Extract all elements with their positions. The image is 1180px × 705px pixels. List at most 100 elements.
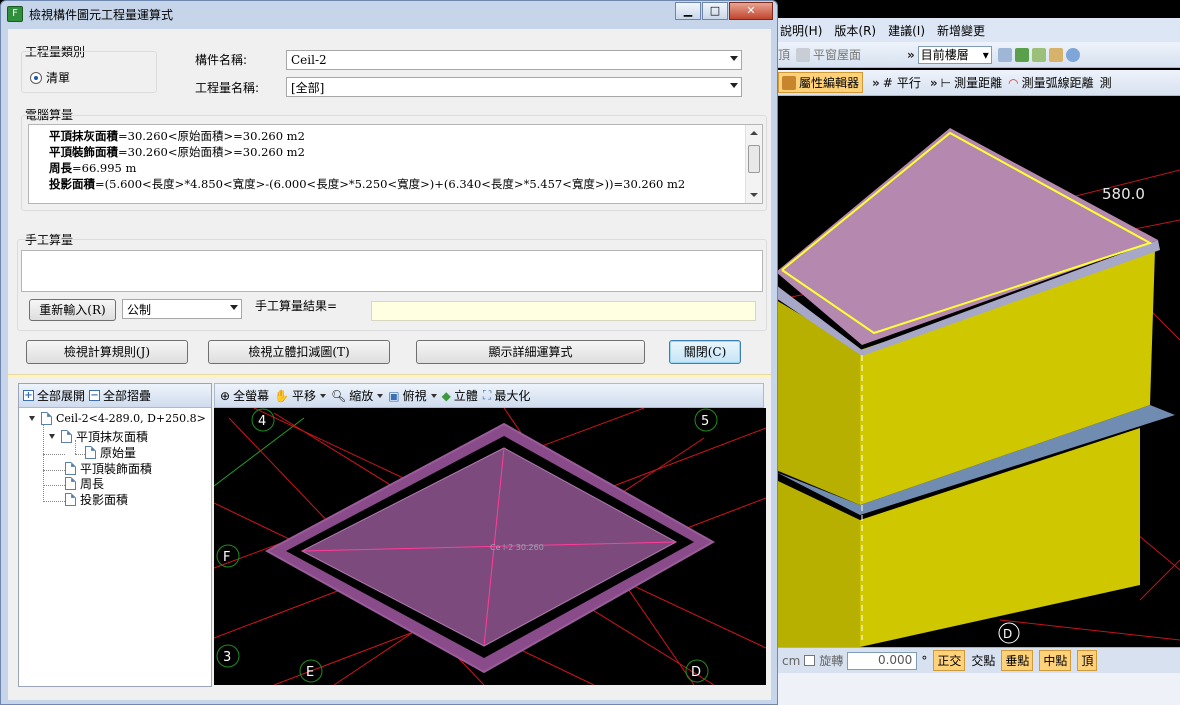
chevron-down-icon [730,56,738,61]
ortho-button[interactable]: 正交 [933,650,966,671]
dialog-client: 工程量類別 清單 構件名稱: Ceil-2 工程量名稱: [全部] 電腦算量 平… [8,29,771,700]
manual-expression-input[interactable] [21,250,763,292]
expand-all-button[interactable]: + 全部展開 [23,387,85,404]
close-window-button[interactable]: ✕ [729,2,773,20]
minus-icon: − [89,390,101,401]
menu-suggest[interactable]: 建議(I) [888,22,925,39]
menu-help[interactable]: 說明(H) [780,22,822,39]
maximize-icon: ⛶ [482,388,492,402]
vertex-button[interactable]: 頂 [1077,650,1098,671]
toolbar-overflow[interactable]: » [907,48,915,62]
chevron-down-icon: ▾ [982,47,989,62]
collapse-arrow-icon[interactable] [29,416,35,421]
app-menubar: 說明(H) 版本(R) 建議(I) 新增變更 [776,18,1180,42]
midpoint-button[interactable]: 中點 [1039,650,1072,671]
zoom-extent-icon: ⊕ [220,388,231,403]
top-view-button[interactable]: ▣ 俯視 [388,387,437,404]
chevron-down-icon [730,83,738,88]
menu-new-change[interactable]: 新增變更 [937,22,985,39]
rotate-value-input[interactable]: 0.000 [847,651,918,670]
show-detail-button[interactable]: 顯示詳細運算式 [416,340,645,364]
parallel-button[interactable]: # 平行 [883,74,921,91]
expr-line-decor: 平頂裝飾面積=30.260<原始面積>=30.260 m2 [49,145,305,159]
dialog-titlebar[interactable]: F 檢視構件圖元工程量運算式 ▁ □ ✕ [1,1,777,27]
collapse-arrow-icon[interactable] [49,434,55,439]
reenter-button[interactable]: 重新輸入(R) [29,299,116,321]
rotate-label: 旋轉 [819,654,844,668]
intersect-button[interactable]: 交點 [971,652,995,669]
app-logo-icon: F [7,6,23,22]
floor-combo[interactable]: 目前樓層 ▾ [917,45,992,64]
svg-text:5: 5 [701,414,709,429]
toolbar-item-flat-roof[interactable]: 平窗屋面 [796,46,861,63]
quantity-tree: + 全部展開 − 全部摺疊 Ceil-2<4-289.0, D+250.8> 平… [18,383,212,687]
3d-view-button[interactable]: ◆ 立體 [442,387,478,404]
svg-text:E: E [306,665,314,680]
axis-bubble-3: 3 [216,644,240,668]
manual-result-field[interactable] [371,301,756,321]
tool-diamond-icon[interactable] [1031,47,1046,62]
tree-node-perimeter[interactable]: 周長 [65,475,104,492]
maximize-view-button[interactable]: ⛶ 最大化 [483,387,530,404]
tree-node-original-qty[interactable]: 原始量 [85,444,136,461]
zoom-button[interactable]: 🔍︎ 縮放 [331,387,384,404]
manual-result-label: 手工算量結果= [255,299,338,313]
collapse-all-button[interactable]: − 全部摺疊 [89,387,151,404]
toolbar-overflow-2[interactable]: » [872,76,880,90]
radio-button[interactable] [30,71,42,84]
box-view-icon[interactable] [997,47,1012,62]
component-name-combo[interactable]: Ceil-2 [286,50,742,70]
tree-node-projection-area[interactable]: 投影面積 [65,491,128,508]
drawing-viewer[interactable]: Ce l-2 30.260 4 5 F 3 E D [214,408,766,685]
zoom-icon[interactable] [1065,47,1080,62]
tool-edit-icon[interactable] [1048,47,1063,62]
rotate-checkbox[interactable] [804,655,816,666]
perpendicular-button[interactable]: 垂點 [1001,650,1034,671]
menu-version[interactable]: 版本(R) [834,22,876,39]
dropdown-arrow-icon[interactable] [320,393,327,398]
expr-line-projection: 投影面積=(5.600<長度>*4.850<寬度>-(6.000<長度>*5.2… [49,177,686,191]
app-toolbar-1: 頂 平窗屋面 » 目前樓層 ▾ [776,42,1180,68]
minimize-button[interactable]: ▁ [675,2,701,20]
toolbar-overflow-3[interactable]: » [930,76,938,90]
axis-bubble-5: 5 [694,408,718,432]
svg-text:F: F [223,550,230,565]
view-3d-deduction-button[interactable]: 檢視立體扣減圖(T) [208,340,390,364]
chevron-down-icon [230,305,238,310]
roof-icon [796,47,811,62]
splitter[interactable] [8,374,771,378]
unit-combo[interactable]: 公制 [122,299,242,319]
document-icon [65,477,76,490]
close-button[interactable]: 關閉(C) [669,340,741,364]
quantity-name-combo[interactable]: [全部] [286,77,742,97]
toolbar-item-top[interactable]: 頂 [778,46,790,63]
tree-node-root[interactable]: Ceil-2<4-289.0, D+250.8> [29,412,206,425]
pan-button[interactable]: ✋ 平移 [274,387,327,404]
property-editor-button[interactable]: 屬性編輯器 [778,72,864,93]
measure-arc-button[interactable]: ◠ 測量弧線距離 [1008,74,1094,91]
radio-list[interactable]: 清單 [30,69,70,86]
svg-text:4: 4 [258,414,266,429]
tree-node-plaster-area[interactable]: 平頂抹灰面積 [49,428,148,445]
scroll-up-icon[interactable] [750,131,758,135]
vertical-scrollbar[interactable] [745,125,762,203]
expr-line-plaster: 平頂抹灰面積=30.260<原始面積>=30.260 m2 [49,129,305,143]
hand-icon: ✋ [274,388,290,403]
fullscreen-button[interactable]: ⊕ 全螢幕 [220,387,269,404]
ruler-icon: ⊢ [940,75,952,90]
computed-expression-box[interactable]: 平頂抹灰面積=30.260<原始面積>=30.260 m2 平頂裝飾面積=30.… [28,124,763,204]
tool-green-icon[interactable] [1014,47,1029,62]
maximize-button[interactable]: □ [702,2,728,20]
app-statusbar: cm 旋轉 0.000 ° 正交 交點 垂點 中點 頂 [776,647,1180,673]
plus-icon: + [23,390,34,401]
measure-distance-button[interactable]: ⊢ 測量距離 [941,74,1002,91]
scroll-thumb[interactable] [748,145,760,173]
dropdown-arrow-icon[interactable] [430,393,437,398]
dropdown-arrow-icon[interactable] [377,393,384,398]
axis-bubble-e: E [299,659,323,683]
measure-more-button[interactable]: 測 [1100,74,1112,91]
view-rules-button[interactable]: 檢視計算規則(J) [26,340,188,364]
scroll-down-icon[interactable] [750,193,758,197]
plan-drawing[interactable]: Ce l-2 30.260 4 5 F 3 E D [214,408,766,685]
document-icon [65,493,76,506]
